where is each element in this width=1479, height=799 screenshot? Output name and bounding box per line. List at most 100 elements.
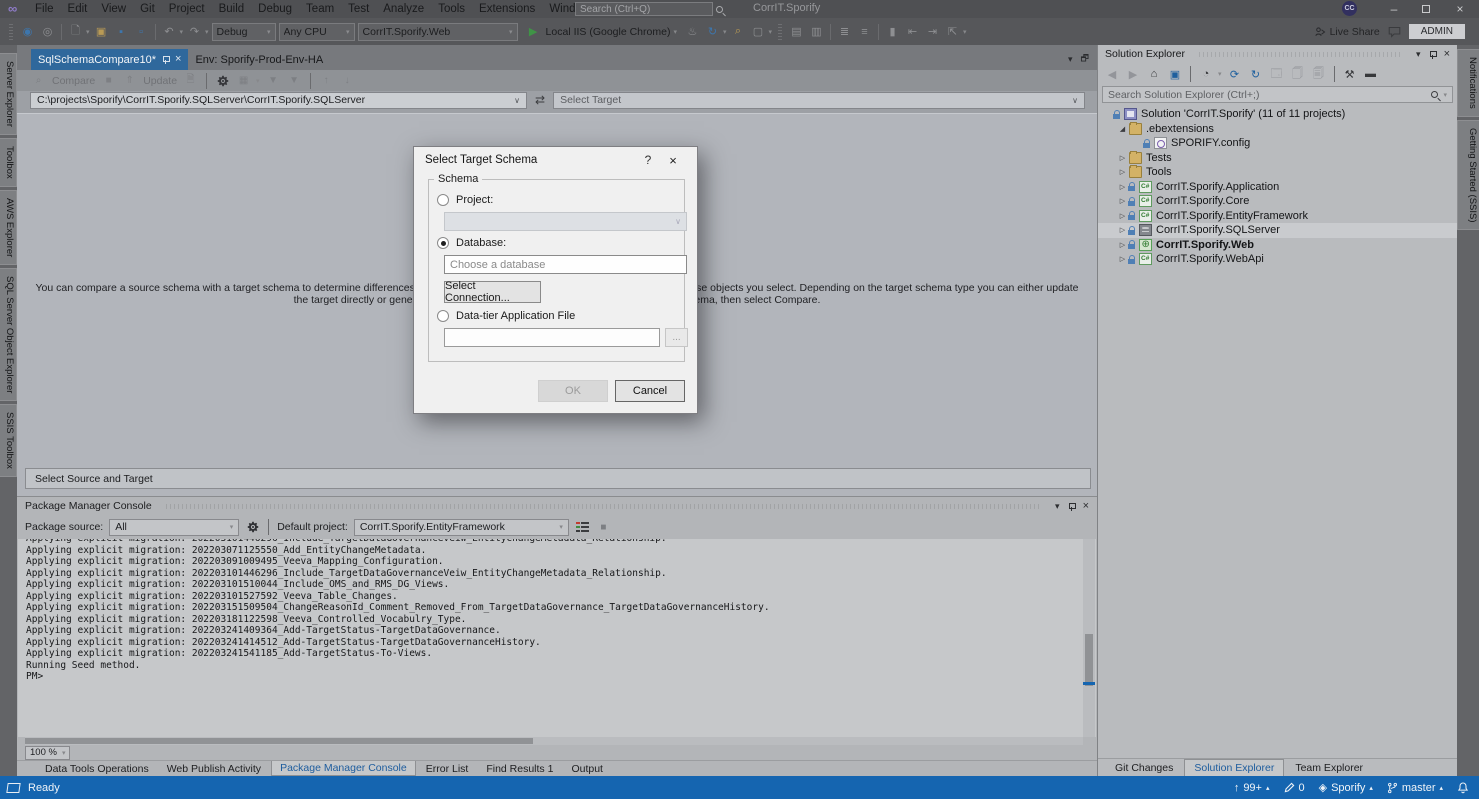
stop-icon[interactable]: ■	[101, 73, 116, 88]
tree-item-corrit-sporify-entityframework[interactable]: CorrIT.Sporify.EntityFramework	[1098, 209, 1457, 224]
wrench-icon[interactable]: ⚒	[1342, 66, 1358, 82]
panel-tab-git-changes[interactable]: Git Changes	[1106, 759, 1182, 776]
toolbar-grip[interactable]	[778, 24, 782, 40]
tree-item-tools[interactable]: Tools	[1098, 165, 1457, 180]
maximize-button[interactable]	[1411, 0, 1441, 18]
scrollbar-thumb[interactable]	[25, 738, 533, 744]
chevron-down-icon[interactable]: ▾	[1443, 91, 1447, 99]
start-debugging-button[interactable]: ▶ Local IIS (Google Chrome) ▾	[521, 23, 681, 40]
menu-item-test[interactable]: Test	[341, 0, 376, 18]
pin-tab-icon[interactable]	[162, 55, 169, 64]
configuration-combo[interactable]: Debug▾	[212, 23, 276, 41]
window-position-chevron-icon[interactable]: ▾	[1055, 501, 1060, 512]
menu-item-extensions[interactable]: Extensions	[472, 0, 542, 18]
ok-button[interactable]: OK	[538, 380, 608, 402]
live-share-button[interactable]: Live Share	[1314, 26, 1380, 38]
zoom-level-combo[interactable]: 100 % ▾	[25, 746, 70, 760]
data-compare-icon[interactable]: ▥	[808, 23, 825, 40]
close-tab-icon[interactable]: ×	[175, 54, 181, 65]
menu-item-build[interactable]: Build	[212, 0, 252, 18]
browser-link-icon[interactable]: ▢	[749, 23, 766, 40]
project-radio-row[interactable]: Project:	[437, 194, 493, 206]
toolbar-overflow-icon[interactable]: ▾	[963, 28, 967, 36]
group-results-icon[interactable]: ▦	[236, 73, 251, 88]
close-panel-icon[interactable]: ×	[1083, 500, 1089, 512]
menu-item-analyze[interactable]: Analyze	[376, 0, 431, 18]
options-gear-icon[interactable]	[215, 73, 230, 88]
tool-tab-notifications[interactable]: Notifications	[1457, 49, 1479, 117]
package-source-settings-gear-icon[interactable]	[245, 520, 260, 535]
database-combo[interactable]	[444, 255, 687, 274]
account-avatar[interactable]: CC	[1342, 1, 1357, 16]
tree-item-corrit-sporify-web[interactable]: CorrIT.Sporify.Web	[1098, 238, 1457, 253]
solution-search-input[interactable]	[1108, 89, 1431, 101]
tree-item-solution-corrit-sporify-11-of-11-projects[interactable]: Solution 'CorrIT.Sporify' (11 of 11 proj…	[1098, 107, 1457, 122]
database-combo-input[interactable]	[445, 259, 686, 271]
tool-tab-ssis-toolbox[interactable]: SSIS Toolbox	[0, 404, 17, 477]
tool-tab-aws-explorer[interactable]: AWS Explorer	[0, 190, 17, 265]
clear-console-icon[interactable]	[575, 520, 590, 535]
navigate-back-icon[interactable]: ◉	[19, 23, 36, 40]
toolbar-overflow-icon[interactable]: ▾	[768, 28, 772, 36]
cancel-button[interactable]: Cancel	[615, 380, 685, 402]
tree-expander-icon[interactable]	[1117, 226, 1128, 234]
quick-search-box[interactable]	[575, 2, 713, 16]
update-arrow-icon[interactable]: ⇑	[122, 73, 137, 88]
tree-expander-icon[interactable]	[1117, 197, 1128, 205]
startup-project-combo[interactable]: CorrIT.Sporify.Web▾	[358, 23, 518, 41]
menu-item-project[interactable]: Project	[162, 0, 212, 18]
panel-tab-team-explorer[interactable]: Team Explorer	[1286, 759, 1372, 776]
datatier-radio[interactable]	[437, 310, 449, 322]
back-icon[interactable]: ◀	[1104, 66, 1120, 82]
sync-with-active-document-icon[interactable]: ↻	[1248, 66, 1264, 82]
tool-tab-toolbox[interactable]: Toolbox	[0, 138, 17, 187]
bottom-tab-find-results-1[interactable]: Find Results 1	[478, 761, 561, 776]
indent-icon[interactable]: ≣	[836, 23, 853, 40]
collapse-icon[interactable]: ▬	[1363, 66, 1379, 82]
pmc-header[interactable]: Package Manager Console ▾ ×	[17, 497, 1097, 515]
window-position-chevron-icon[interactable]: ▾	[1416, 49, 1421, 60]
background-tasks-icon[interactable]	[6, 783, 20, 793]
notifications-bell-button[interactable]	[1457, 781, 1469, 794]
pending-changes-filter-icon[interactable]: ◔	[1198, 66, 1214, 82]
console-output[interactable]: Applying explicit migration: 20220310144…	[18, 539, 1096, 737]
project-radio[interactable]	[437, 194, 449, 206]
console-vertical-scrollbar[interactable]	[1083, 539, 1095, 737]
next-difference-icon[interactable]: ↓	[340, 73, 355, 88]
refresh-icon[interactable]: ↻	[704, 23, 721, 40]
pin-panel-icon[interactable]	[1429, 50, 1436, 59]
tree-item-sporify-config[interactable]: SPORIFY.config	[1098, 136, 1457, 151]
schema-compare-icon[interactable]: ▤	[788, 23, 805, 40]
repository-button[interactable]: ◈ Sporify ▴	[1319, 781, 1373, 794]
compare-button[interactable]: Compare	[52, 75, 95, 87]
package-source-combo[interactable]: All ▾	[109, 519, 239, 536]
tree-expander-icon[interactable]	[1117, 255, 1128, 263]
bottom-tab-error-list[interactable]: Error List	[418, 761, 477, 776]
bottom-tab-data-tools-operations[interactable]: Data Tools Operations	[37, 761, 157, 776]
bottom-tab-web-publish-activity[interactable]: Web Publish Activity	[159, 761, 269, 776]
panel-drag-area[interactable]	[166, 504, 1041, 509]
tree-expander-icon[interactable]	[1117, 154, 1128, 162]
float-window-icon[interactable]: 🗗	[1081, 51, 1089, 67]
feedback-icon[interactable]	[1388, 26, 1401, 38]
forward-icon[interactable]: ▶	[1125, 66, 1141, 82]
bottom-tab-output[interactable]: Output	[563, 761, 611, 776]
home-icon[interactable]: ⌂	[1146, 66, 1162, 82]
open-folder-icon[interactable]: ▣	[93, 23, 110, 40]
close-window-button[interactable]: ×	[1445, 0, 1475, 18]
collapse-all-icon[interactable]: 🗐	[1311, 66, 1327, 82]
properties-icon[interactable]: 🗔	[1269, 66, 1285, 82]
document-tab-sqlschemacompare10[interactable]: SqlSchemaCompare10*×	[31, 49, 188, 70]
source-schema-combo[interactable]: C:\projects\Sporify\CorrIT.Sporify.SQLSe…	[30, 92, 527, 109]
chevron-down-icon[interactable]: ▾	[205, 28, 209, 36]
menu-item-edit[interactable]: Edit	[61, 0, 95, 18]
menu-item-tools[interactable]: Tools	[431, 0, 472, 18]
show-all-files-icon[interactable]: 🗍	[1290, 66, 1306, 82]
admin-badge[interactable]: ADMIN	[1409, 24, 1465, 39]
branch-button[interactable]: master ▴	[1387, 782, 1443, 794]
chevron-down-icon[interactable]: ▾	[1218, 70, 1222, 78]
browse-button[interactable]: ...	[665, 328, 688, 347]
new-file-icon[interactable]: 🗋	[67, 23, 84, 40]
outdent-icon[interactable]: ≡	[856, 23, 873, 40]
panel-drag-area[interactable]	[1199, 52, 1402, 57]
